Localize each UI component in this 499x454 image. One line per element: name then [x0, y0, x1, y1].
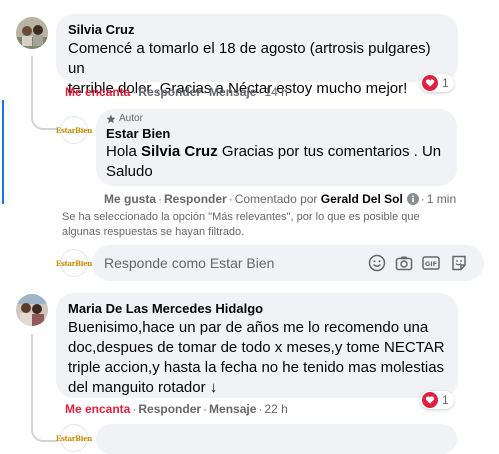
camera-icon[interactable]	[395, 254, 413, 272]
brand-logo-text: EstarBien	[55, 433, 93, 443]
comment-actions: Me encanta · Responder · Mensaje · 14 h	[65, 85, 288, 99]
filter-notice: Se ha seleccionado la opción "Más releva…	[62, 210, 420, 240]
reply-author[interactable]: Estar Bien	[106, 126, 447, 141]
message-button[interactable]: Mensaje	[209, 402, 256, 416]
reply-text-line: Saludo	[106, 163, 153, 180]
thread-line	[31, 334, 33, 432]
arrow-down-icon: ↓	[209, 379, 218, 396]
star-icon	[106, 114, 116, 123]
commenter-link[interactable]: Gerald Del Sol	[321, 192, 403, 206]
reply-bubble: Autor Estar Bien Hola Silvia Cruz Gracia…	[96, 109, 457, 186]
author-badge: Autor	[106, 113, 447, 124]
love-button[interactable]: Me encanta	[65, 402, 130, 416]
comment-actions: Me encanta · Responder · Mensaje · 22 h	[65, 402, 288, 416]
reaction-count: 1	[442, 76, 449, 90]
reaction-count-badge[interactable]: 1	[420, 391, 454, 409]
comment-text-line: Buenisimo,hace un par de años me lo reco…	[68, 319, 429, 336]
commented-by-label: Comentado por	[234, 192, 318, 206]
reply-actions: Me gusta · Responder · Comentado por Gerald …	[104, 192, 457, 206]
comment-text-line: doc,despues de tomar de todo x meses,y t…	[68, 339, 445, 356]
comment-text-line: triple accion,y hasta la fecha no he ten…	[68, 359, 445, 376]
comment-bubble-2: Maria De Las Mercedes Hidalgo Buenisimo,…	[56, 293, 458, 398]
reaction-count: 1	[442, 393, 449, 407]
reply-button[interactable]: Responder	[164, 192, 227, 206]
brand-avatar-estar-bien[interactable]: EstarBien	[56, 116, 92, 144]
comment-text-line: del manguito rotador	[68, 379, 206, 396]
emoji-icon[interactable]	[368, 254, 386, 272]
brand-logo-text: EstarBien	[55, 258, 93, 268]
brand-avatar-estar-bien[interactable]: EstarBien	[56, 424, 92, 452]
sticker-icon[interactable]	[450, 254, 468, 272]
timestamp[interactable]: 1 min	[427, 192, 456, 206]
mention-link[interactable]: Silvia Cruz	[141, 143, 218, 160]
composer-avatar: EstarBien	[56, 249, 92, 277]
heart-icon	[422, 392, 438, 408]
timestamp[interactable]: 14 h	[264, 85, 287, 99]
comment-text-line: Comencé a tomarlo el 18 de agosto (artro…	[68, 40, 431, 77]
comment-bubble-1: Silvia Cruz Comencé a tomarlo el 18 de a…	[56, 14, 458, 97]
timestamp[interactable]: 22 h	[264, 402, 287, 416]
filter-notice-line: algunas respuestas se hayan filtrado.	[62, 226, 245, 238]
thread-line	[2, 100, 4, 204]
comment-author[interactable]: Silvia Cruz	[68, 22, 446, 37]
comment-author[interactable]: Maria De Las Mercedes Hidalgo	[68, 301, 446, 316]
avatar-silvia-cruz[interactable]	[16, 17, 48, 49]
svg-text:GIF: GIF	[425, 260, 437, 268]
thread-connector	[31, 420, 57, 442]
reply-button[interactable]: Responder	[138, 402, 201, 416]
reply-composer[interactable]: Responde como Estar Bien GIF	[92, 245, 484, 281]
reply-button[interactable]: Responder	[138, 85, 201, 99]
reaction-count-badge[interactable]: 1	[420, 74, 454, 92]
love-button[interactable]: Me encanta	[65, 85, 130, 99]
gif-icon[interactable]: GIF	[422, 254, 440, 272]
reply-bubble-partial	[96, 424, 457, 454]
comment-text: Buenisimo,hace un par de años me lo reco…	[68, 318, 446, 398]
author-badge-label: Autor	[119, 113, 143, 124]
composer-placeholder: Responde como Estar Bien	[104, 255, 275, 271]
reply-text-part: Hola	[106, 143, 142, 160]
reply-text-part: Gracias por tus comentarios . Un	[217, 143, 442, 160]
heart-icon	[422, 75, 438, 91]
filter-notice-line: Se ha seleccionado la opción "Más releva…	[62, 211, 420, 223]
avatar-maria-hidalgo[interactable]	[16, 294, 48, 326]
info-icon[interactable]	[406, 193, 419, 205]
thread-connector	[31, 100, 57, 130]
brand-logo-text: EstarBien	[55, 125, 93, 135]
like-button[interactable]: Me gusta	[104, 192, 156, 206]
reply-text: Hola Silvia Cruz Gracias por tus comenta…	[106, 142, 447, 182]
message-button[interactable]: Mensaje	[209, 85, 256, 99]
